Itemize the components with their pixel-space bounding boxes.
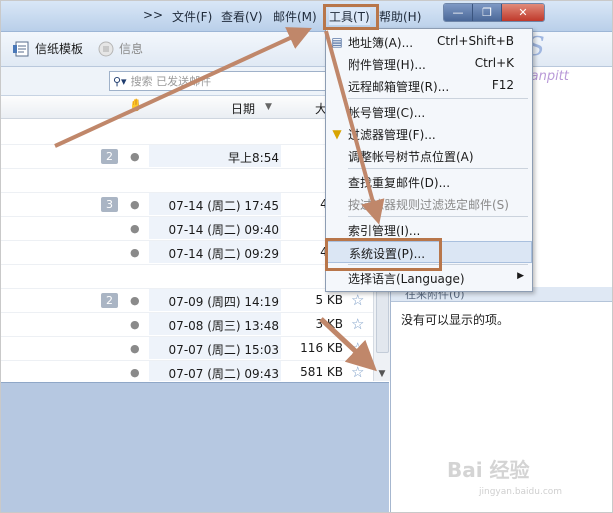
preview-pane [1,382,389,512]
scroll-down-icon[interactable]: ▼ [374,367,390,381]
baidu-logo: Bai 经验 [447,458,530,482]
star-icon[interactable]: ☆ [351,291,364,309]
mail-row[interactable]: ●07-14 (周二) 09:29458 [1,241,373,265]
mail-size: 116 KB [300,341,343,355]
date-cell: 07-14 (周二) 09:40 [149,217,281,239]
mail-date: 07-14 (周二) 09:40 [168,223,279,237]
mail-size: 3 KB [315,317,343,331]
tools-menu-item[interactable]: 附件管理(H)... Ctrl+K [326,53,532,75]
mail-row[interactable]: ● 07-07 (周二) 15:03 116 KB ☆ [1,337,373,361]
attachment-column-icon[interactable]: ✋ [129,98,144,112]
menu-separator [348,216,528,217]
read-status-icon[interactable]: ● [130,198,140,211]
mail-size: 5 KB [315,293,343,307]
tools-menu-item[interactable]: ▼ 过滤器管理(F)... [326,123,532,145]
tools-menu-item[interactable]: 按过滤器规则过滤选定邮件(S) [326,193,532,215]
mail-row[interactable]: ● 07-07 (周二) 09:43 581 KB ☆ [1,361,373,381]
star-icon[interactable]: ☆ [351,339,364,357]
menu-separator [348,98,528,99]
date-cell: 07-08 (周三) 13:48 [149,313,281,335]
menu-item-shortcut: Ctrl+K [474,56,514,70]
info-button[interactable]: 信息 [97,40,143,57]
conversation-row[interactable]: 2 ● 07-09 (周四) 14:19 5 KB ☆ [1,289,373,313]
date-cell: 07-07 (周二) 09:43 [149,361,281,381]
stationery-icon [13,41,29,56]
menu-overflow[interactable]: >> [143,8,163,22]
read-status-icon[interactable]: ● [130,366,140,379]
address-book-icon: ▤ [331,35,343,49]
app-window: >> 文件(F) 查看(V) 邮件(M) 工具(T) 帮助(H) — ❐ ✕ 信… [0,0,613,513]
search-icon: ⚲▾ [113,74,127,88]
menu-item-shortcut: F12 [491,78,514,92]
date-cell: 07-14 (周二) 09:29 [149,241,281,263]
read-status-icon[interactable]: ● [130,222,140,235]
tools-menu-item[interactable]: ▤ 地址簿(A)... Ctrl+Shift+B [326,31,532,53]
date-cell: 早上8:54 [149,145,281,167]
baidu-url: jingyan.baidu.com [479,487,563,497]
menu-mail[interactable]: 邮件(M) [273,8,317,25]
menu-file[interactable]: 文件(F) [172,8,212,25]
tools-menu-item[interactable]: 远程邮箱管理(R)... F12 [326,75,532,97]
attachments-empty-text: 没有可以显示的项。 [401,313,510,327]
filter-icon: ▼ [332,127,342,141]
conversation-row[interactable] [1,121,373,145]
thread-count-badge: 3 [101,197,118,212]
menu-item-label: 远程邮箱管理(R)... [348,80,450,94]
info-icon [98,41,114,56]
mail-date: 07-08 (周三) 13:48 [168,319,279,333]
list-spacer [1,169,373,193]
mail-date: 早上8:54 [228,151,279,165]
minimize-icon: — [452,6,464,19]
menu-view[interactable]: 查看(V) [221,8,263,25]
read-status-icon[interactable]: ● [130,342,140,355]
system-settings-highlight [325,238,442,271]
date-cell: 07-09 (周四) 14:19 [149,289,281,311]
tools-menu-item[interactable]: 帐号管理(C)... [326,101,532,123]
menu-separator [348,168,528,169]
mail-date: 07-07 (周二) 09:43 [168,367,279,381]
menu-item-label: 调整帐号树节点位置(A) [348,150,474,164]
tools-menu-item[interactable]: 调整帐号树节点位置(A) [326,145,532,167]
menu-item-label: 查找重复邮件(D)... [348,176,451,190]
menu-item-shortcut: Ctrl+Shift+B [437,34,514,48]
star-icon[interactable]: ☆ [351,315,364,333]
thread-count-badge: 2 [101,149,118,164]
menu-item-label: 索引管理(I)... [348,224,421,238]
stationery-label: 信纸模板 [35,42,84,56]
mail-size: 581 KB [300,365,343,379]
read-status-icon[interactable]: ● [130,150,140,163]
tools-menu-highlight [323,4,379,30]
mail-date: 07-14 (周二) 09:29 [168,247,279,261]
list-spacer [1,265,373,289]
menu-help[interactable]: 帮助(H) [379,8,421,25]
date-cell: 07-07 (周二) 15:03 [149,337,281,359]
date-cell: 07-14 (周二) 17:45 [149,193,281,215]
menu-item-label: 过滤器管理(F)... [348,128,436,142]
conversation-row[interactable]: 3●07-14 (周二) 17:45469 [1,193,373,217]
mail-date: 07-07 (周二) 15:03 [168,343,279,357]
thread-count-badge: 2 [101,293,118,308]
stationery-button[interactable]: 信纸模板 [13,40,83,57]
read-status-icon[interactable]: ● [130,246,140,259]
read-status-icon[interactable]: ● [130,294,140,307]
menu-item-label: 选择语言(Language) [348,272,465,286]
star-icon[interactable]: ☆ [351,363,364,381]
submenu-arrow-icon: ▶ [517,271,524,281]
menu-item-label: 附件管理(H)... [348,58,426,72]
mail-row[interactable]: ● 07-08 (周三) 13:48 3 KB ☆ [1,313,373,337]
menu-item-label: 按过滤器规则过滤选定邮件(S) [348,198,509,212]
conversation-row[interactable]: 2●早上8:542 [1,145,373,169]
sort-down-icon[interactable]: ▼ [265,102,272,112]
tools-menu-item[interactable]: 查找重复邮件(D)... [326,171,532,193]
search-placeholder: 搜索 已发送邮件 [130,75,212,88]
read-status-icon[interactable]: ● [130,318,140,331]
mail-date: 07-14 (周二) 17:45 [168,199,279,213]
mail-list: 2●早上8:5423●07-14 (周二) 17:45469●07-14 (周二… [1,119,373,381]
column-date[interactable]: 日期 [231,100,255,117]
menu-item-label: 地址簿(A)... [348,36,414,50]
mail-date: 07-09 (周四) 14:19 [168,295,279,309]
info-label: 信息 [119,42,144,56]
menu-item-label: 帐号管理(C)... [348,106,426,120]
mail-row[interactable]: ●07-14 (周二) 09:402 [1,217,373,241]
